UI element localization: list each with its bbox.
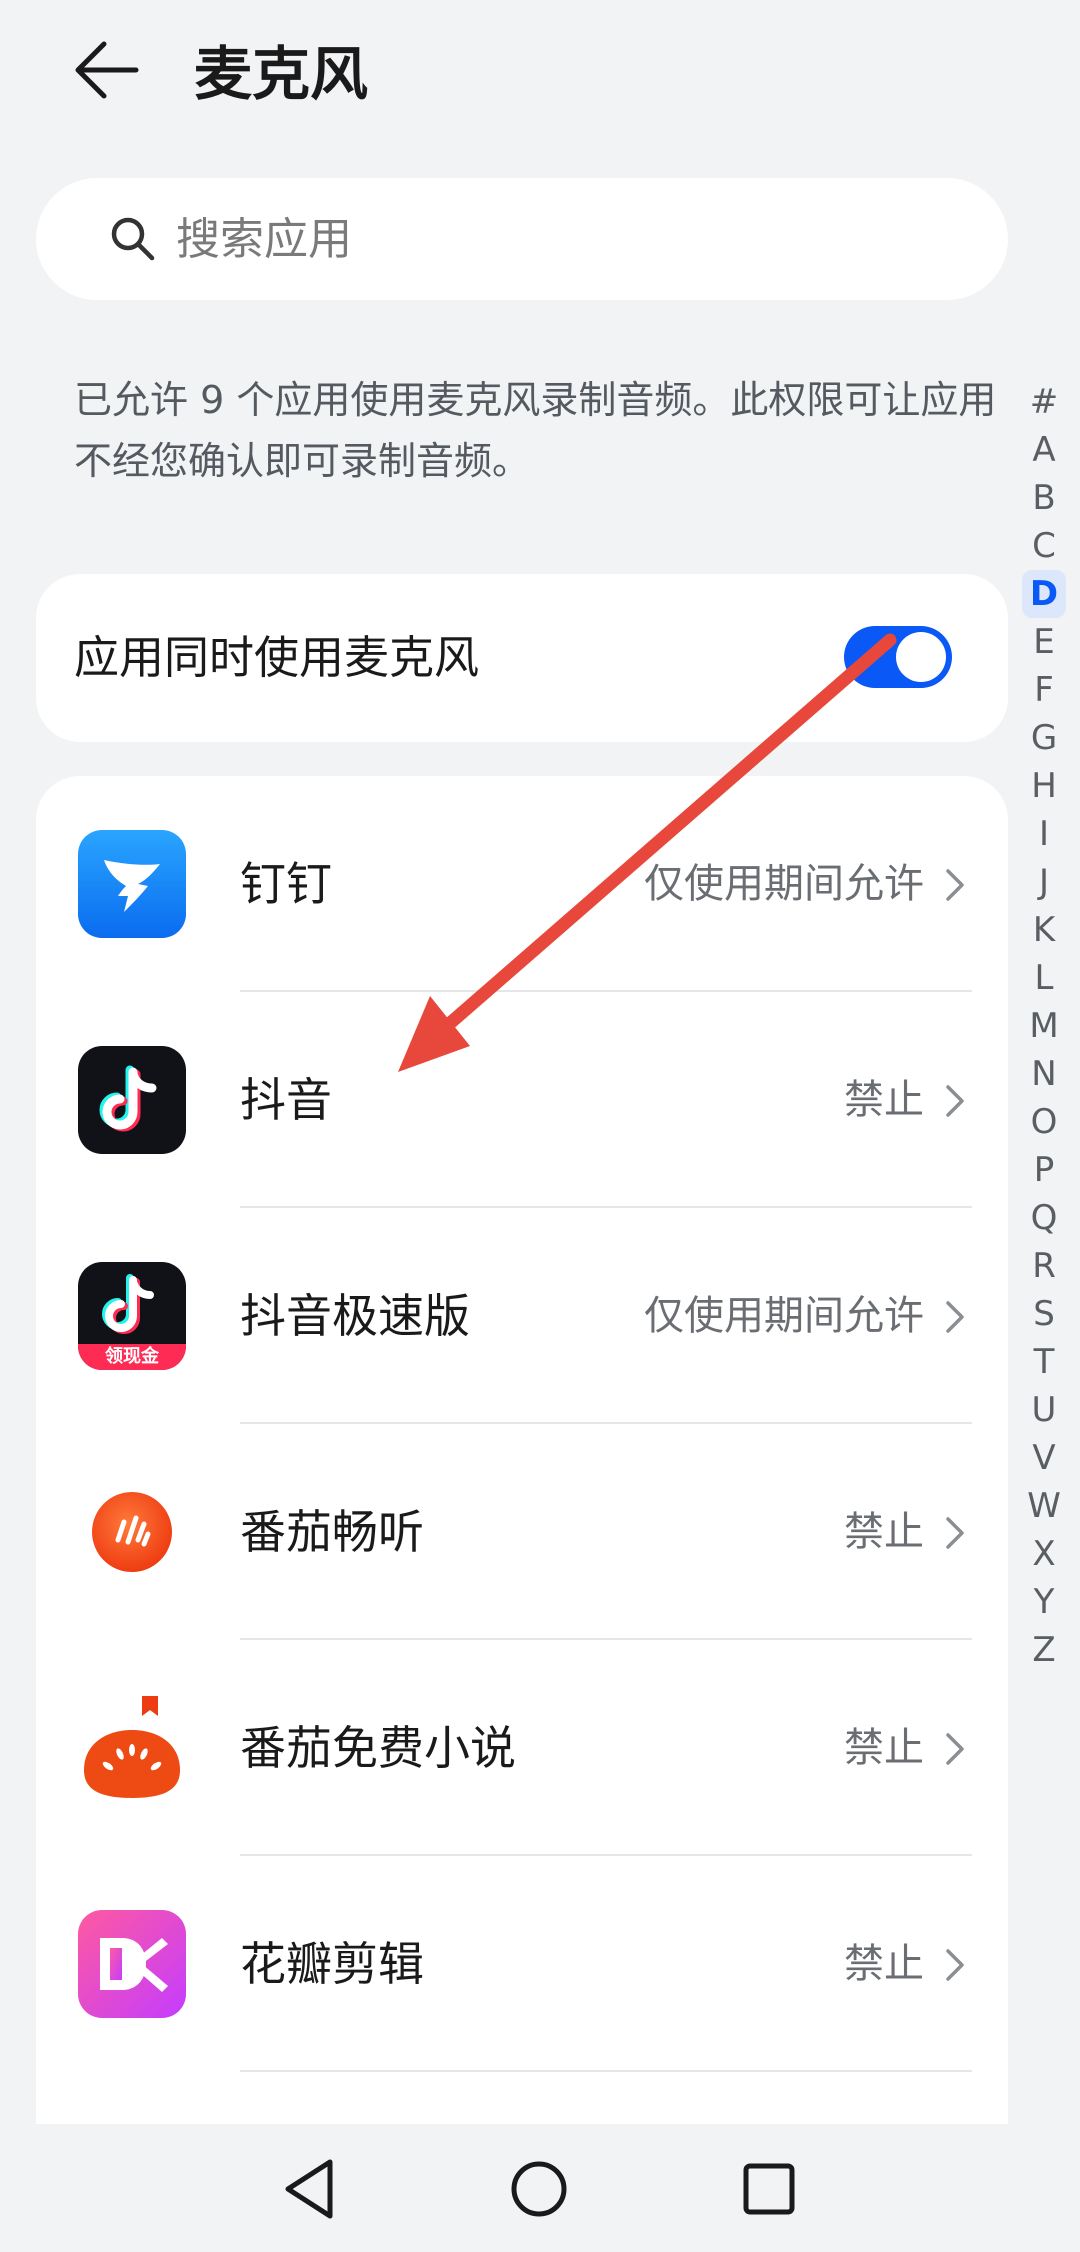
alpha-letter[interactable]: G	[1022, 714, 1066, 762]
search-input[interactable]	[176, 198, 956, 280]
douyin-icon	[78, 1046, 186, 1154]
triangle-back-icon[interactable]	[266, 2144, 356, 2234]
app-name: 抖音	[240, 1073, 332, 1127]
alpha-letter[interactable]: F	[1022, 666, 1066, 714]
chevron-right-icon	[946, 869, 964, 901]
alphabet-index[interactable]: # A B C D E F G H I J K L M N O P Q R S T U V W X Y Z	[1022, 378, 1066, 1674]
alpha-letter[interactable]: P	[1022, 1146, 1066, 1194]
simultaneous-use-label: 应用同时使用麦克风	[74, 631, 480, 684]
permission-description: 已允许 9 个应用使用麦克风录制音频。此权限可让应用不经您确认即可录制音频。	[74, 378, 997, 483]
app-status: 仅使用期间允许	[644, 1293, 924, 1339]
alpha-letter[interactable]: Z	[1022, 1626, 1066, 1674]
alpha-letter[interactable]: N	[1022, 1050, 1066, 1098]
huaban-jianji-icon	[78, 1910, 186, 2018]
app-status: 禁止	[844, 1941, 924, 1987]
alpha-letter[interactable]: O	[1022, 1098, 1066, 1146]
fanqie-novel-icon	[78, 1694, 186, 1802]
page-title: 麦克风	[194, 40, 369, 108]
alpha-letter[interactable]: U	[1022, 1386, 1066, 1434]
app-name: 番茄畅听	[240, 1505, 424, 1559]
simultaneous-use-switch[interactable]	[844, 626, 952, 688]
chevron-right-icon	[946, 1733, 964, 1765]
app-list: 钉钉 仅使用期间允许 抖音 禁止 领现金 抖音极速版 仅使用期间允许 番茄畅听 …	[36, 776, 1008, 2252]
divider	[240, 2070, 972, 2072]
alpha-letter[interactable]: #	[1022, 378, 1066, 426]
search-bar[interactable]	[36, 178, 1008, 300]
square-recents-icon[interactable]	[724, 2144, 814, 2234]
alpha-letter[interactable]: J	[1022, 858, 1066, 906]
app-name: 花瓣剪辑	[240, 1937, 424, 1991]
app-row-huaban-jianji[interactable]: 花瓣剪辑 禁止	[36, 1856, 1008, 2072]
app-status: 禁止	[844, 1509, 924, 1555]
navigation-bar	[0, 2124, 1080, 2252]
alpha-letter[interactable]: B	[1022, 474, 1066, 522]
alpha-letter[interactable]: Y	[1022, 1578, 1066, 1626]
alpha-letter[interactable]: V	[1022, 1434, 1066, 1482]
chevron-right-icon	[946, 1517, 964, 1549]
arrow-left-icon[interactable]	[66, 30, 146, 110]
app-name: 抖音极速版	[240, 1289, 470, 1343]
dingtalk-icon	[78, 830, 186, 938]
header: 麦克风	[0, 0, 1080, 150]
app-row-fanqie-changting[interactable]: 番茄畅听 禁止	[36, 1424, 1008, 1640]
simultaneous-use-card: 应用同时使用麦克风	[36, 574, 1008, 742]
chevron-right-icon	[946, 1949, 964, 1981]
alpha-letter[interactable]: S	[1022, 1290, 1066, 1338]
alpha-letter[interactable]: M	[1022, 1002, 1066, 1050]
chevron-right-icon	[946, 1085, 964, 1117]
app-row-dingtalk[interactable]: 钉钉 仅使用期间允许	[36, 776, 1008, 992]
app-name: 番茄免费小说	[240, 1721, 516, 1775]
alpha-letter[interactable]: I	[1022, 810, 1066, 858]
douyin-lite-icon: 领现金	[78, 1262, 186, 1370]
app-row-douyin[interactable]: 抖音 禁止	[36, 992, 1008, 1208]
circle-home-icon[interactable]	[494, 2144, 584, 2234]
alpha-letter[interactable]: D	[1022, 570, 1066, 618]
alpha-letter[interactable]: E	[1022, 618, 1066, 666]
switch-knob	[896, 632, 946, 682]
alpha-letter[interactable]: A	[1022, 426, 1066, 474]
alpha-letter[interactable]: C	[1022, 522, 1066, 570]
alpha-letter[interactable]: H	[1022, 762, 1066, 810]
alpha-letter[interactable]: Q	[1022, 1194, 1066, 1242]
alpha-letter[interactable]: T	[1022, 1338, 1066, 1386]
chevron-right-icon	[946, 1301, 964, 1333]
search-icon	[111, 217, 155, 261]
app-status: 仅使用期间允许	[644, 861, 924, 907]
app-name: 钉钉	[240, 857, 332, 911]
app-status: 禁止	[844, 1725, 924, 1771]
icon-badge: 领现金	[105, 1346, 159, 1367]
alpha-letter[interactable]: X	[1022, 1530, 1066, 1578]
alpha-letter[interactable]: K	[1022, 906, 1066, 954]
alpha-letter[interactable]: R	[1022, 1242, 1066, 1290]
alpha-letter[interactable]: W	[1022, 1482, 1066, 1530]
app-row-douyin-lite[interactable]: 领现金 抖音极速版 仅使用期间允许	[36, 1208, 1008, 1424]
app-status: 禁止	[844, 1077, 924, 1123]
alpha-letter[interactable]: L	[1022, 954, 1066, 1002]
fanqie-changting-icon	[78, 1478, 186, 1586]
app-row-fanqie-novel[interactable]: 番茄免费小说 禁止	[36, 1640, 1008, 1856]
